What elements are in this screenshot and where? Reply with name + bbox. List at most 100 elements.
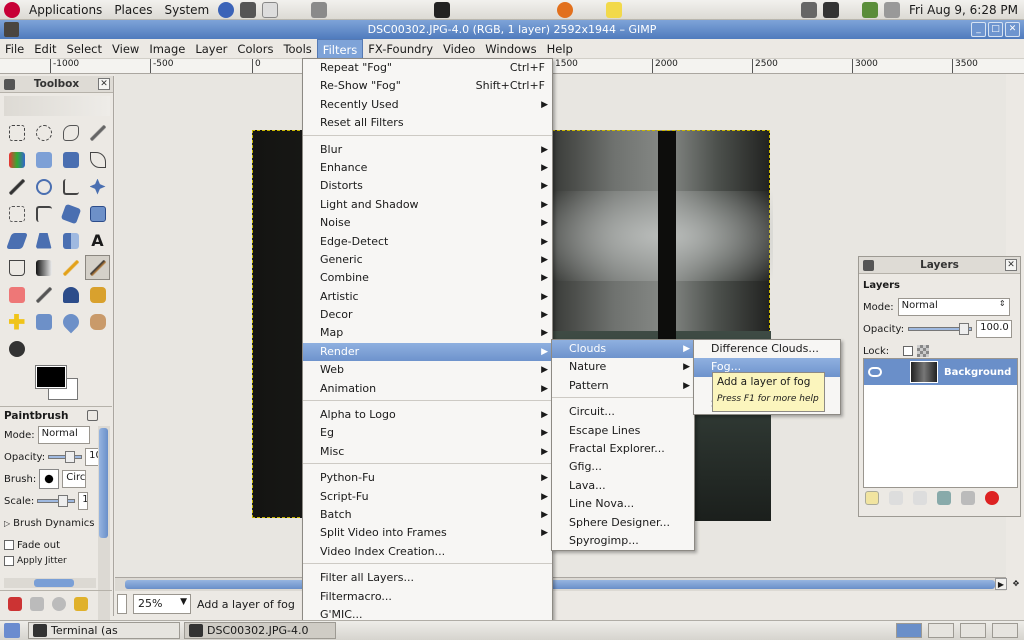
blend-tool[interactable] xyxy=(31,255,56,280)
menu-edit[interactable]: Edit xyxy=(29,39,61,59)
applications-menu[interactable]: Applications xyxy=(23,0,108,20)
perspective-clone-tool[interactable] xyxy=(31,309,56,334)
image-window-title-bar[interactable]: DSC00302.JPG-4.0 (RGB, 1 layer) 2592x194… xyxy=(0,20,1024,39)
scale-input[interactable]: 1. xyxy=(78,492,89,510)
airbrush-tool[interactable] xyxy=(31,282,56,307)
menu-select[interactable]: Select xyxy=(62,39,107,59)
minimize-icon[interactable]: _ xyxy=(971,22,986,37)
opacity-input[interactable]: 10 xyxy=(85,448,100,466)
layer-row-background[interactable]: Background xyxy=(864,359,1017,385)
screenshot-launcher-icon[interactable] xyxy=(311,1,328,18)
menu-item-distorts[interactable]: Distorts ▶ xyxy=(303,177,552,195)
close-icon[interactable]: ✕ xyxy=(98,78,110,90)
menu-item-sphere-designer[interactable]: Sphere Designer... xyxy=(552,514,694,532)
rotate-tool[interactable] xyxy=(58,201,83,226)
fade-out-checkbox[interactable] xyxy=(4,540,14,550)
foreground-select-tool[interactable] xyxy=(58,147,83,172)
menu-item-split-video-into-frames[interactable]: Split Video into Frames ▶ xyxy=(303,524,552,542)
color-area[interactable] xyxy=(35,365,82,404)
menu-item-gfig[interactable]: Gfig... xyxy=(552,458,694,476)
workspace-2[interactable] xyxy=(928,623,954,638)
paths-tool[interactable] xyxy=(85,147,110,172)
menu-item-map[interactable]: Map ▶ xyxy=(303,324,552,342)
opacity-slider[interactable] xyxy=(48,451,83,463)
restore-options-icon[interactable] xyxy=(30,596,44,611)
menu-item-circuit[interactable]: Circuit... xyxy=(552,403,694,421)
menu-item-artistic[interactable]: Artistic ▶ xyxy=(303,288,552,306)
rect-select-tool[interactable] xyxy=(4,120,29,145)
workspace-1[interactable] xyxy=(896,623,922,638)
crop-tool[interactable] xyxy=(31,201,56,226)
paintbrush-tool[interactable] xyxy=(85,255,110,280)
brush-dynamics-expander[interactable]: ▷ Brush Dynamics xyxy=(0,512,112,534)
menu-item-filter-all-layers[interactable]: Filter all Layers... xyxy=(303,569,552,587)
blur-sharpen-tool[interactable] xyxy=(58,309,83,334)
menu-item-re-show-fog[interactable]: Re-Show "Fog" Shift+Ctrl+F xyxy=(303,77,552,95)
show-desktop-icon[interactable] xyxy=(4,623,20,638)
menu-item-light-and-shadow[interactable]: Light and Shadow ▶ xyxy=(303,196,552,214)
firefox-launcher-icon[interactable] xyxy=(557,1,574,18)
reset-options-icon[interactable] xyxy=(74,596,88,611)
visibility-eye-icon[interactable] xyxy=(868,367,882,377)
menu-filters[interactable]: Filters xyxy=(316,38,364,59)
places-menu[interactable]: Places xyxy=(108,0,158,20)
brush-name[interactable]: Circl xyxy=(62,470,87,488)
unit-select[interactable] xyxy=(117,594,127,614)
menu-item-alpha-to-logo[interactable]: Alpha to Logo ▶ xyxy=(303,406,552,424)
lock-alpha-icon[interactable] xyxy=(917,345,930,357)
menu-item-misc[interactable]: Misc ▶ xyxy=(303,443,552,461)
align-tool[interactable] xyxy=(4,201,29,226)
menu-item-batch[interactable]: Batch ▶ xyxy=(303,506,552,524)
raise-layer-icon[interactable] xyxy=(889,491,903,505)
menu-item-noise[interactable]: Noise ▶ xyxy=(303,214,552,232)
tab-menu-icon[interactable] xyxy=(87,410,98,421)
free-select-tool[interactable] xyxy=(58,120,83,145)
system-menu[interactable]: System xyxy=(158,0,215,20)
task-gimp-image[interactable]: DSC00302.JPG-4.0 (R... xyxy=(184,622,336,640)
gimp-window-icon[interactable] xyxy=(4,22,19,37)
close-icon[interactable]: ✕ xyxy=(1005,22,1020,37)
fuzzy-select-tool[interactable] xyxy=(85,120,110,145)
slider-knob[interactable] xyxy=(959,323,970,335)
layer-opacity-slider[interactable] xyxy=(908,323,973,335)
layer-list[interactable]: Background xyxy=(863,358,1018,488)
save-options-icon[interactable] xyxy=(8,596,22,611)
scissors-tool[interactable] xyxy=(31,147,56,172)
menu-item-enhance[interactable]: Enhance ▶ xyxy=(303,159,552,177)
menu-help[interactable]: Help xyxy=(542,39,578,59)
move-tool[interactable] xyxy=(85,174,110,199)
menu-item-difference-clouds[interactable]: Difference Clouds... xyxy=(694,340,840,358)
layer-opacity-input[interactable]: 100.0 xyxy=(976,320,1013,338)
smudge-tool[interactable] xyxy=(85,309,110,334)
gimp-launcher-icon[interactable] xyxy=(240,1,257,18)
menu-item-render[interactable]: Render ▶ xyxy=(303,342,552,362)
task-terminal[interactable]: Terminal (as superuser) xyxy=(28,622,180,640)
eraser-tool[interactable] xyxy=(4,282,29,307)
jitter-checkbox[interactable] xyxy=(4,556,14,566)
workspace-4[interactable] xyxy=(992,623,1018,638)
dodge-burn-tool[interactable] xyxy=(4,336,29,361)
ellipse-select-tool[interactable] xyxy=(31,120,56,145)
anchor-layer-icon[interactable] xyxy=(961,491,975,505)
web-browser-launcher-icon[interactable] xyxy=(218,1,235,18)
maximize-icon[interactable]: □ xyxy=(988,22,1003,37)
shear-tool[interactable] xyxy=(4,228,29,253)
vertical-scroll-down-icon[interactable]: ▶ xyxy=(995,578,1007,590)
brush-preview-icon[interactable] xyxy=(39,469,60,489)
menu-item-reset-all-filters[interactable]: Reset all Filters xyxy=(303,114,552,132)
menu-item-blur[interactable]: Blur ▶ xyxy=(303,141,552,159)
volume-icon[interactable] xyxy=(801,2,818,18)
menu-item-python-fu[interactable]: Python-Fu ▶ xyxy=(303,469,552,487)
delete-options-icon[interactable] xyxy=(52,596,66,611)
menu-item-combine[interactable]: Combine ▶ xyxy=(303,269,552,287)
menu-item-nature[interactable]: Nature ▶ xyxy=(552,358,694,376)
layer-name[interactable]: Background xyxy=(944,367,1011,378)
menu-video[interactable]: Video xyxy=(438,39,480,59)
close-icon[interactable]: ✕ xyxy=(1005,259,1017,271)
lock-pixels-checkbox[interactable] xyxy=(903,346,914,356)
pencil-tool[interactable] xyxy=(58,255,83,280)
menu-item-lava[interactable]: Lava... xyxy=(552,477,694,495)
scrollbar-thumb[interactable] xyxy=(34,579,74,587)
menu-colors[interactable]: Colors xyxy=(232,39,278,59)
menu-image[interactable]: Image xyxy=(144,39,190,59)
